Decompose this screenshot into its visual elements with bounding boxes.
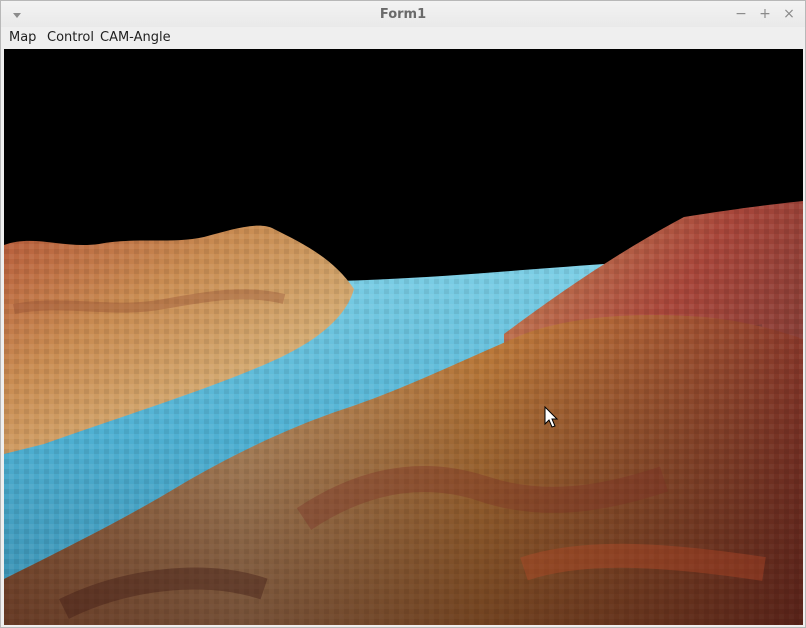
app-window: Form1 − + × Map Control CAM-Angle: [0, 0, 806, 628]
title-bar[interactable]: Form1 − + ×: [1, 1, 805, 27]
close-button[interactable]: ×: [780, 5, 798, 23]
menu-control[interactable]: Control: [47, 30, 94, 45]
window-title: Form1: [379, 7, 427, 22]
3d-terrain-viewport[interactable]: [4, 49, 803, 625]
maximize-button[interactable]: +: [756, 5, 774, 23]
mouse-pointer-icon: [544, 406, 558, 428]
menu-cam-angle[interactable]: CAM-Angle: [100, 30, 171, 45]
menu-map[interactable]: Map: [9, 30, 36, 45]
minimize-button[interactable]: −: [732, 5, 750, 23]
menu-bar: Map Control CAM-Angle: [1, 27, 805, 48]
terrain-render: [4, 49, 803, 625]
